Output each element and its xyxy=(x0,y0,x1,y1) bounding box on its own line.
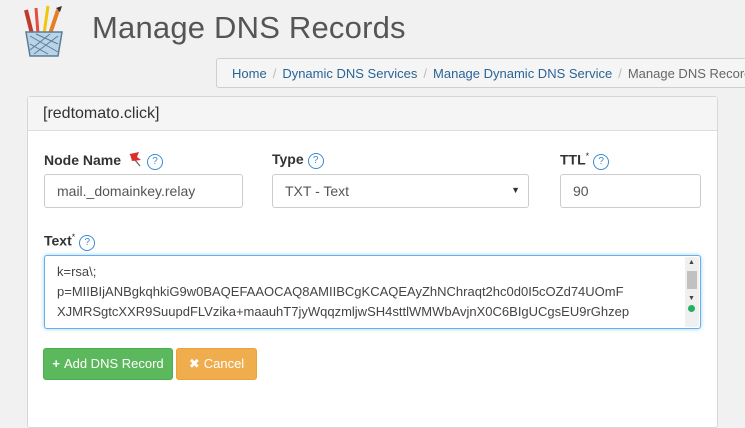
breadcrumb: Home / Dynamic DNS Services / Manage Dynamic… xyxy=(216,58,745,88)
node-name-help-icon[interactable]: ? xyxy=(147,154,164,170)
node-name-label: Node Name? xyxy=(44,151,164,170)
text-textarea[interactable]: k=rsa\; p=MIIBIjANBgkqhkiG9w0BAQEFAAOCAQ… xyxy=(44,255,701,329)
breadcrumb-home[interactable]: Home xyxy=(232,66,267,81)
page-header: Manage DNS Records xyxy=(0,0,745,66)
node-name-input[interactable]: mail._domainkey.relay xyxy=(44,174,243,208)
type-select[interactable]: TXT - Text ▼ xyxy=(272,174,529,208)
panel-heading: [redtomato.click] xyxy=(28,97,717,131)
chevron-down-icon: ▼ xyxy=(511,185,520,195)
text-label: Text*? xyxy=(44,232,96,251)
textarea-scrollbar[interactable]: ▲ ▼ xyxy=(685,257,699,327)
scroll-up-arrow-icon[interactable]: ▲ xyxy=(688,259,695,266)
scrollbar-thumb[interactable] xyxy=(687,271,697,289)
close-icon: ✖ xyxy=(188,356,200,371)
text-help-icon[interactable]: ? xyxy=(79,234,96,251)
pin-flag-icon xyxy=(129,152,142,167)
type-select-value: TXT - Text xyxy=(285,183,350,199)
pencil-cup-icon xyxy=(24,5,63,57)
type-label: Type? xyxy=(272,151,324,169)
ttl-label: TTL*? xyxy=(560,151,610,170)
ttl-help-icon[interactable]: ? xyxy=(593,153,610,170)
page-title: Manage DNS Records xyxy=(92,10,406,45)
breadcrumb-manage-dynamic-dns-service[interactable]: Manage Dynamic DNS Service xyxy=(433,66,612,81)
ttl-input[interactable]: 90 xyxy=(560,174,701,208)
cancel-button[interactable]: ✖ Cancel xyxy=(176,348,257,380)
text-textarea-value: k=rsa\; p=MIIBIjANBgkqhkiG9w0BAQEFAAOCAQ… xyxy=(57,264,630,319)
type-help-icon[interactable]: ? xyxy=(307,153,324,169)
scroll-down-arrow-icon[interactable]: ▼ xyxy=(688,295,695,302)
breadcrumb-dynamic-dns-services[interactable]: Dynamic DNS Services xyxy=(282,66,417,81)
dns-record-panel: [redtomato.click] Node Name? mail._domai… xyxy=(27,96,718,428)
status-dot-icon xyxy=(688,305,695,312)
plus-icon: + xyxy=(52,356,60,371)
breadcrumb-current: Manage DNS Records xyxy=(627,66,745,81)
add-dns-record-button[interactable]: + Add DNS Record xyxy=(43,348,173,380)
